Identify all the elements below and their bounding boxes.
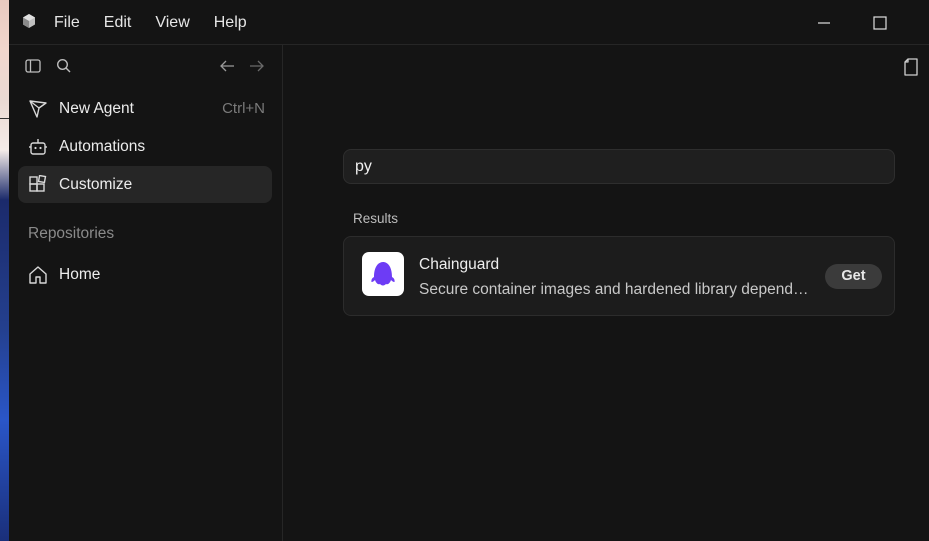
sidebar: New Agent Ctrl+N Automations Customize R… [9, 45, 283, 541]
result-description: Secure container images and hardened lib… [419, 281, 809, 298]
nav-automations[interactable]: Automations [18, 128, 272, 165]
main-panel: py Results Chainguard Secure container i… [284, 45, 929, 541]
arrow-left-icon [220, 60, 234, 72]
new-agent-icon [29, 100, 47, 118]
nav-customize[interactable]: Customize [18, 166, 272, 203]
chainguard-logo [362, 252, 404, 296]
sidebar-toolbar [9, 45, 283, 87]
chainguard-logo-icon [371, 262, 395, 286]
search-icon [56, 58, 71, 73]
maximize-button[interactable] [853, 0, 907, 45]
titlebar: File Edit View Help [9, 0, 929, 45]
back-button[interactable] [218, 57, 236, 75]
home-icon [29, 266, 47, 284]
repositories-section-title: Repositories [28, 225, 115, 242]
menu-edit[interactable]: Edit [92, 8, 144, 38]
toggle-sidebar-button[interactable] [24, 57, 42, 75]
app-logo-icon [23, 14, 35, 28]
sidebar-panel-icon [25, 59, 41, 73]
forward-button[interactable] [248, 57, 266, 75]
blocks-icon [29, 175, 47, 192]
search-input[interactable]: py [343, 149, 895, 184]
maximize-icon [873, 15, 887, 30]
nav-new-agent-label: New Agent [59, 99, 134, 117]
minimize-icon [818, 21, 830, 24]
desktop-background [0, 0, 9, 541]
nav-customize-label: Customize [59, 175, 133, 193]
new-agent-shortcut: Ctrl+N [222, 100, 265, 117]
arrow-right-icon [250, 60, 264, 72]
search-button[interactable] [55, 57, 73, 75]
repo-item-home[interactable]: Home [18, 256, 272, 293]
nav-new-agent[interactable]: New Agent Ctrl+N [18, 90, 272, 127]
minimize-button[interactable] [797, 0, 851, 45]
menu-view[interactable]: View [143, 8, 201, 38]
app-window: File Edit View Help New Agent Ctrl+N Aut… [9, 0, 929, 541]
get-button[interactable]: Get [825, 264, 882, 289]
result-title: Chainguard [419, 256, 500, 273]
repo-item-home-label: Home [59, 265, 101, 283]
menu-help[interactable]: Help [202, 8, 259, 38]
robot-icon [29, 139, 47, 155]
menu-bar: File Edit View Help [42, 0, 259, 45]
result-card[interactable]: Chainguard Secure container images and h… [343, 236, 895, 316]
document-icon[interactable] [903, 58, 919, 76]
nav-automations-label: Automations [59, 137, 146, 155]
results-label: Results [353, 211, 399, 226]
menu-file[interactable]: File [42, 8, 92, 38]
